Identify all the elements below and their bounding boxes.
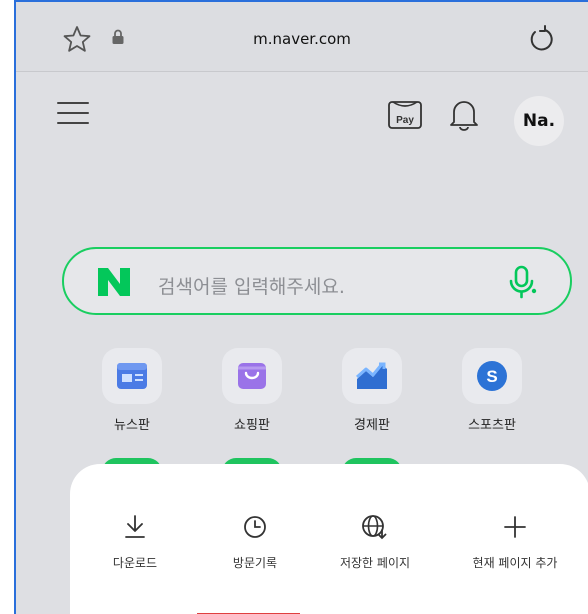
- saved-pages-label: 저장한 페이지: [339, 556, 411, 570]
- sports-icon: S: [462, 348, 522, 404]
- chart-trend-icon: [342, 348, 402, 404]
- menu-icon[interactable]: [56, 100, 90, 130]
- reload-icon[interactable]: [526, 24, 556, 58]
- shortcut-shopping[interactable]: 쇼핑판: [212, 348, 292, 433]
- naver-logo-icon: [94, 264, 134, 304]
- saved-globe-icon: [310, 512, 440, 542]
- svg-text:S: S: [486, 367, 497, 386]
- plus-icon: [450, 512, 580, 542]
- bell-icon[interactable]: [448, 97, 480, 135]
- search-input[interactable]: 검색어를 입력해주세요.: [158, 272, 345, 299]
- history-button[interactable]: 방문기록: [190, 512, 320, 571]
- saved-pages-button[interactable]: 저장한 페이지: [310, 512, 440, 571]
- profile-avatar[interactable]: Na.: [514, 96, 564, 146]
- add-page-label: 현재 페이지 추가: [472, 556, 558, 570]
- pay-icon[interactable]: Pay: [387, 98, 423, 134]
- search-box[interactable]: 검색어를 입력해주세요.: [62, 247, 572, 315]
- clock-icon: [190, 512, 320, 542]
- pay-label: Pay: [396, 115, 414, 126]
- browser-screen: m.naver.com Pay Na. 검색어를 입력해주세요. 뉴스판 쇼핑판…: [14, 0, 588, 614]
- shortcut-label: 스포츠판: [468, 418, 516, 433]
- shortcut-label: 경제판: [354, 418, 390, 433]
- add-page-button[interactable]: 현재 페이지 추가: [450, 512, 580, 571]
- download-button[interactable]: 다운로드: [70, 512, 200, 571]
- shortcut-economy[interactable]: 경제판: [332, 348, 412, 433]
- news-icon: [102, 348, 162, 404]
- history-label: 방문기록: [232, 556, 278, 570]
- url-text[interactable]: m.naver.com: [16, 30, 588, 48]
- microphone-icon[interactable]: [504, 264, 540, 304]
- shortcut-label: 쇼핑판: [234, 418, 270, 433]
- bottom-sheet: 다운로드 방문기록 저장한 페이지 현재 페이지 추가: [70, 464, 588, 614]
- shortcut-sports[interactable]: S 스포츠판: [452, 348, 532, 433]
- url-bar: m.naver.com: [16, 2, 588, 72]
- download-icon: [70, 512, 200, 542]
- device-frame: m.naver.com Pay Na. 검색어를 입력해주세요. 뉴스판 쇼핑판…: [0, 0, 588, 614]
- shortcut-label: 뉴스판: [114, 418, 150, 433]
- shortcut-news[interactable]: 뉴스판: [92, 348, 172, 433]
- shopping-bag-icon: [222, 348, 282, 404]
- download-label: 다운로드: [112, 556, 158, 570]
